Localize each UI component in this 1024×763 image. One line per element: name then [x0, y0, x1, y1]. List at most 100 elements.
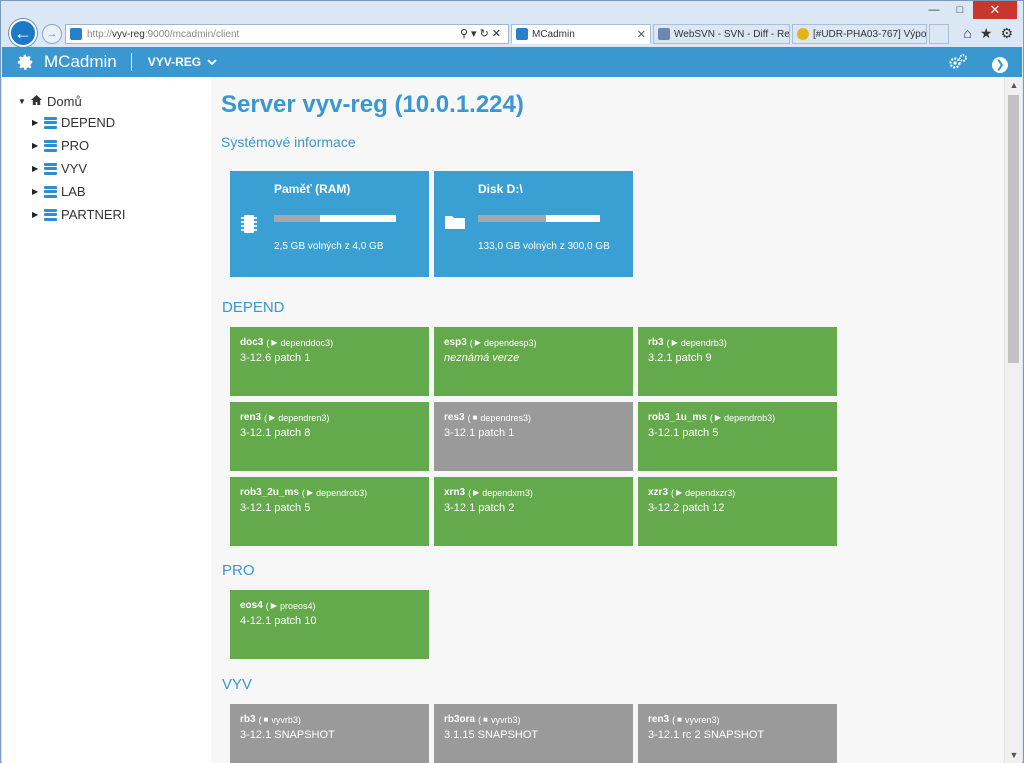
sidebar-item-label: PARTNERI [61, 207, 126, 222]
scroll-up-arrow-icon[interactable]: ▲ [1005, 77, 1023, 93]
forward-button[interactable]: → [42, 24, 62, 44]
server-tree: ▼ Domů ▶ DEPEND ▶ PRO ▶ VYV ▶ LAB ▶ PART… [2, 77, 211, 226]
stop-icon[interactable]: ■ [264, 715, 269, 724]
sidebar-item-depend[interactable]: ▶ DEPEND [2, 111, 211, 134]
tab-websvn[interactable]: WebSVN - SVN - Diff - Re... [653, 24, 790, 44]
caret-right-icon[interactable]: ▶ [32, 141, 42, 150]
url-rest: :9000/mcadmin/client [144, 28, 240, 40]
new-tab-button[interactable] [929, 24, 949, 44]
tab-label: [#UDR-PHA03-767] Výpo... [813, 28, 927, 40]
tree-root-label: Domů [47, 93, 82, 109]
server-tile[interactable]: ren3(■ vyvren3) 3-12.1 rc 2 SNAPSHOT [638, 704, 837, 763]
server-selector-label: VYV-REG [147, 55, 202, 69]
server-tile[interactable]: esp3(▶ dependesp3) neznámá verze [434, 327, 633, 396]
tab-mcadmin[interactable]: MCadmin ✕ [511, 24, 651, 44]
minimize-button[interactable]: — [921, 1, 947, 19]
vertical-scrollbar[interactable]: ▲ ▼ [1004, 77, 1022, 763]
play-icon[interactable]: ▶ [473, 488, 479, 497]
server-tile[interactable]: ren3(▶ dependren3) 3-12.1 patch 8 [230, 402, 429, 471]
back-button[interactable]: ← [9, 19, 37, 47]
play-icon[interactable]: ▶ [715, 413, 721, 422]
close-tab-icon[interactable]: ✕ [637, 28, 646, 41]
group-heading-pro: PRO [222, 562, 255, 579]
server-tile[interactable]: doc3(▶ dependdoc3) 3-12.6 patch 1 [230, 327, 429, 396]
next-arrow-icon[interactable]: ❯ [992, 56, 1008, 73]
server-tile[interactable]: xrn3(▶ dependxrn3) 3-12.1 patch 2 [434, 477, 633, 546]
play-icon[interactable]: ▶ [271, 338, 277, 347]
caret-right-icon[interactable]: ▶ [32, 210, 42, 219]
sidebar-item-vyv[interactable]: ▶ VYV [2, 157, 211, 180]
stop-icon[interactable]: ■ [483, 715, 488, 724]
stop-icon[interactable]: ■ [473, 413, 478, 422]
ram-tile: Paměť (RAM) 2,5 GB volných z 4,0 GB [230, 171, 429, 277]
sidebar: ▼ Domů ▶ DEPEND ▶ PRO ▶ VYV ▶ LAB ▶ PART… [2, 77, 211, 763]
main-content: Server vyv-reg (10.0.1.224) Systémové in… [211, 77, 1004, 763]
server-name: ren3 [648, 714, 670, 725]
server-tile[interactable]: rob3_1u_ms(▶ dependrob3) 3-12.1 patch 5 [638, 402, 837, 471]
server-name: ren3 [240, 412, 262, 423]
maximize-button[interactable]: □ [947, 1, 973, 19]
sidebar-item-partneri[interactable]: ▶ PARTNERI [2, 203, 211, 226]
server-name: rb3 [240, 714, 256, 725]
paren-close: ) [517, 714, 521, 725]
paren-close: ) [527, 412, 531, 423]
settings-gears-icon[interactable] [948, 53, 968, 76]
play-icon[interactable]: ▶ [676, 488, 682, 497]
app-title[interactable]: MCadmin [44, 52, 117, 72]
search-icon[interactable]: ⚲ [460, 28, 471, 40]
play-icon[interactable]: ▶ [269, 413, 275, 422]
server-tile[interactable]: rb3(▶ dependrb3) 3.2.1 patch 9 [638, 327, 837, 396]
server-tile[interactable]: rb3(■ vyvrb3) 3-12.1 SNAPSHOT [230, 704, 429, 763]
settings-gear-icon[interactable]: ⚙ [1000, 25, 1013, 42]
server-version: 3-12.1 SNAPSHOT [240, 729, 335, 741]
stop-icon[interactable]: ■ [677, 715, 682, 724]
paren-open: ( [709, 412, 713, 423]
url-host: vyv-reg [112, 28, 145, 40]
paren-close: ) [772, 412, 776, 423]
caret-right-icon[interactable]: ▶ [32, 187, 42, 196]
tree-root-home[interactable]: ▼ Domů [2, 91, 211, 111]
address-bar[interactable]: http://vyv-reg:9000/mcadmin/client ⚲▾↻✕ [65, 24, 509, 44]
refresh-icon[interactable]: ↻ [480, 28, 492, 40]
server-tile[interactable]: rb3ora(■ vyvrb3) 3.1.15 SNAPSHOT [434, 704, 633, 763]
server-tile[interactable]: rob3_2u_ms(▶ dependrob3) 3-12.1 patch 5 [230, 477, 429, 546]
paren-close: ) [326, 412, 330, 423]
paren-close: ) [297, 714, 301, 725]
paren-close: ) [533, 337, 537, 348]
paren-close: ) [312, 600, 316, 611]
stop-icon[interactable]: ✕ [492, 28, 504, 40]
play-icon[interactable]: ▶ [672, 338, 678, 347]
server-instance: dependrb3 [680, 337, 724, 348]
paren-open: ( [265, 600, 269, 611]
scroll-down-arrow-icon[interactable]: ▼ [1005, 747, 1023, 763]
server-tile[interactable]: xzr3(▶ dependxzr3) 3-12.2 patch 12 [638, 477, 837, 546]
paren-open: ( [467, 412, 471, 423]
tab-jira[interactable]: [#UDR-PHA03-767] Výpo... [792, 24, 927, 44]
gear-logo-icon [14, 51, 36, 73]
server-instance: dependrob3 [724, 412, 773, 423]
caret-right-icon[interactable]: ▶ [32, 164, 42, 173]
server-name: xrn3 [444, 487, 466, 498]
play-icon[interactable]: ▶ [475, 338, 481, 347]
server-selector[interactable]: VYV-REG [148, 55, 217, 69]
close-window-button[interactable]: ✕ [973, 1, 1017, 19]
play-icon[interactable]: ▶ [307, 488, 313, 497]
server-tile[interactable]: res3(■ dependres3) 3-12.1 patch 1 [434, 402, 633, 471]
server-tile[interactable]: eos4(▶ proeos4) 4-12.1 patch 10 [230, 590, 429, 659]
favorites-star-icon[interactable]: ★ [980, 25, 993, 42]
caret-right-icon[interactable]: ▶ [32, 118, 42, 127]
caret-down-icon[interactable]: ▼ [18, 97, 28, 106]
server-version: 3-12.1 patch 5 [240, 502, 311, 514]
paren-open: ( [666, 337, 670, 348]
dropdown-icon[interactable]: ▾ [471, 28, 480, 40]
home-icon[interactable]: ⌂ [963, 25, 971, 42]
play-icon[interactable]: ▶ [271, 601, 277, 610]
server-version: 3-12.1 patch 2 [444, 502, 515, 514]
server-instance: vyvrb3 [271, 714, 298, 725]
server-heading: rob3_2u_ms(▶ dependrob3) [240, 487, 419, 498]
app-header: MCadmin VYV-REG ❯ [2, 47, 1022, 77]
sidebar-item-lab[interactable]: ▶ LAB [2, 180, 211, 203]
browser-toolbar-right: ⌂ ★ ⚙ [963, 25, 1013, 42]
sidebar-item-pro[interactable]: ▶ PRO [2, 134, 211, 157]
scroll-thumb[interactable] [1008, 95, 1019, 363]
